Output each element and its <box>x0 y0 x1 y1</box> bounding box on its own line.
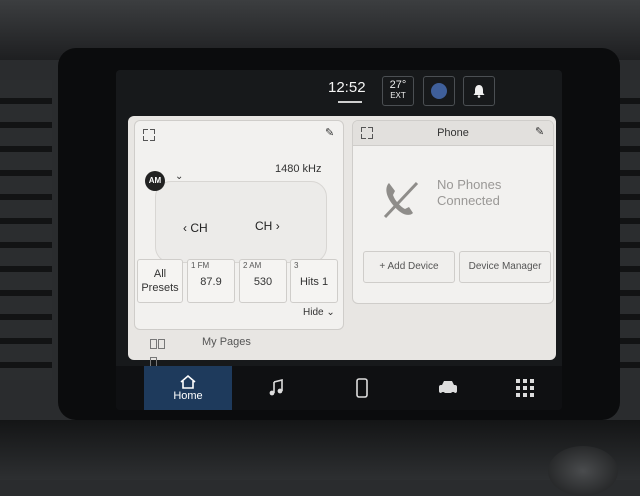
bell-icon <box>473 85 485 98</box>
edit-icon[interactable]: ✎ <box>325 127 337 139</box>
frequency-display: 1480 kHz <box>275 163 322 175</box>
bottom-nav-bar: Home <box>116 366 562 410</box>
preset-1[interactable]: 1 FM 87.9 <box>187 259 235 303</box>
phone-disconnected-icon <box>383 181 419 219</box>
channel-prev-label: CH <box>190 221 208 235</box>
preset-value: 530 <box>253 276 273 288</box>
clock: 12:52 <box>328 79 366 96</box>
air-vent-left <box>0 80 52 380</box>
hide-presets-toggle[interactable]: Hide ⌄ <box>303 307 335 318</box>
channel-next-button[interactable]: CH › <box>255 219 280 233</box>
band-badge[interactable]: AM <box>145 171 165 191</box>
phone-card-header: Phone ✎ <box>353 121 553 146</box>
preset-value: 87.9 <box>200 276 222 288</box>
all-presets-label-2: Presets <box>141 282 179 294</box>
chevron-down-icon[interactable]: ⌄ <box>175 171 183 182</box>
notifications-button[interactable] <box>463 76 495 106</box>
no-phones-line-2: Connected <box>437 193 500 208</box>
outside-temperature[interactable]: 27° EXT <box>382 76 414 106</box>
music-note-icon <box>269 379 283 396</box>
nav-apps-button[interactable] <box>490 366 560 410</box>
all-presets-label-1: All <box>153 268 167 280</box>
driver-icon <box>431 83 447 99</box>
nav-home-button[interactable]: Home <box>144 366 232 410</box>
preset-value: Hits 1 <box>299 276 329 288</box>
nav-phone-button[interactable] <box>318 366 406 410</box>
dashboard-bottom <box>0 420 640 480</box>
preset-2[interactable]: 2 AM 530 <box>239 259 287 303</box>
all-presets-button[interactable]: All Presets <box>137 259 183 303</box>
expand-icon[interactable] <box>361 127 373 139</box>
phone-card[interactable]: Phone ✎ No Phones Connected + Add Device… <box>352 120 554 304</box>
preset-number: 1 FM <box>191 261 210 270</box>
my-pages-button[interactable]: My Pages <box>140 330 440 367</box>
add-device-button[interactable]: + Add Device <box>363 251 455 283</box>
temperature-value: 27° <box>389 79 407 91</box>
temperature-label: EXT <box>390 91 406 100</box>
apps-grid-icon <box>516 379 534 397</box>
nav-home-label: Home <box>173 390 203 402</box>
chevron-left-icon: ‹ <box>183 221 187 235</box>
no-phones-line-1: No Phones <box>437 177 502 192</box>
clock-underline <box>338 101 362 103</box>
no-phones-message: No Phones Connected <box>437 177 501 209</box>
expand-icon[interactable] <box>143 129 155 141</box>
preset-number: 3 <box>294 261 299 270</box>
channel-prev-button[interactable]: ‹ CH <box>183 221 208 235</box>
my-pages-label: My Pages <box>202 336 251 348</box>
vehicle-icon <box>439 381 457 396</box>
volume-knob[interactable] <box>548 446 618 496</box>
channel-next-label: CH <box>255 219 273 233</box>
chevron-down-icon: ⌄ <box>326 307 335 318</box>
radio-card[interactable]: ✎ AM ⌄ 1480 kHz ‹ CH CH › All Presets 1 … <box>134 120 344 330</box>
home-content: ✎ AM ⌄ 1480 kHz ‹ CH CH › All Presets 1 … <box>128 116 556 367</box>
driver-profile-button[interactable] <box>423 76 455 106</box>
preset-3[interactable]: 3 Hits 1 <box>290 259 338 303</box>
phone-card-title: Phone <box>437 127 469 139</box>
nav-vehicle-button[interactable] <box>404 366 492 410</box>
chevron-right-icon: › <box>275 219 280 233</box>
radio-illustration <box>155 181 327 263</box>
device-manager-button[interactable]: Device Manager <box>459 251 551 283</box>
edit-icon[interactable]: ✎ <box>535 126 547 138</box>
status-bar: 12:52 27° EXT <box>116 70 562 106</box>
infotainment-screen: 12:52 27° EXT ✎ AM ⌄ 1480 kHz ‹ CH CH › … <box>116 70 562 410</box>
nav-media-button[interactable] <box>232 366 320 410</box>
hide-label: Hide <box>303 307 324 318</box>
pages-icon <box>150 336 172 367</box>
smartphone-icon <box>356 378 368 398</box>
preset-number: 2 AM <box>243 261 262 270</box>
home-icon <box>180 374 196 389</box>
